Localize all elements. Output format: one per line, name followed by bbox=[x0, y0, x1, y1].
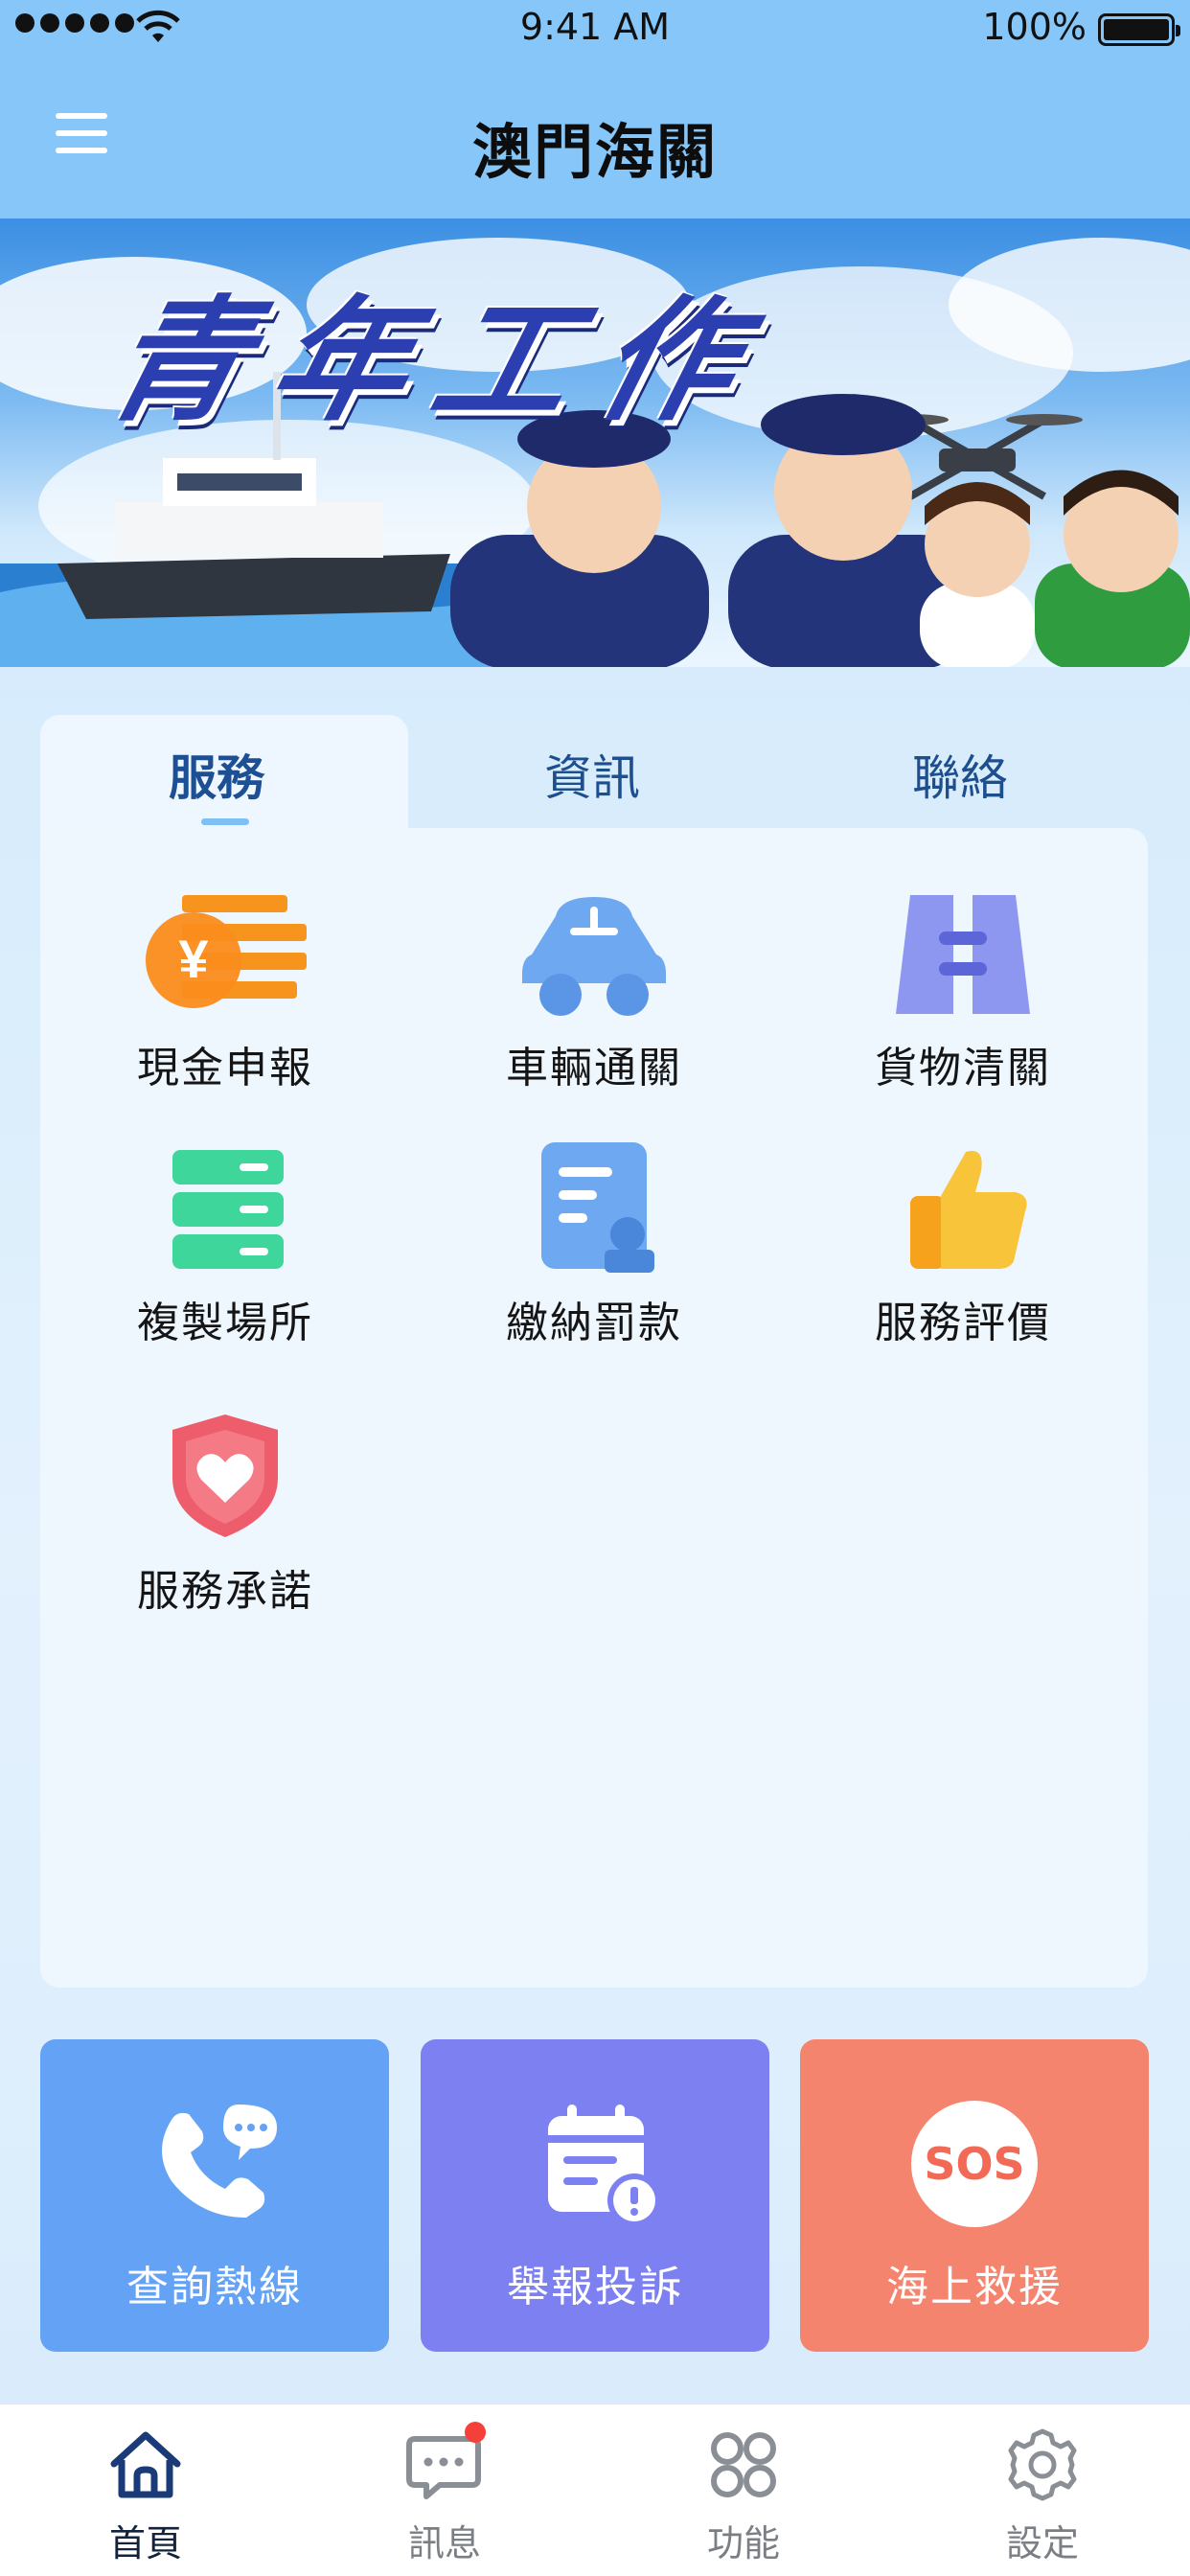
document-user-icon bbox=[513, 1142, 675, 1276]
tab-information[interactable]: 資訊 bbox=[544, 740, 640, 809]
sea-rescue-label: 海上救援 bbox=[886, 2263, 1063, 2312]
battery-icon bbox=[1098, 13, 1180, 46]
service-cash-declaration[interactable]: ¥ 現金申報 bbox=[81, 887, 369, 1094]
settings-icon bbox=[1008, 2428, 1077, 2501]
status-bar: 9:41 AM 100% bbox=[0, 0, 1190, 58]
service-label: 車輛通關 bbox=[506, 1044, 682, 1092]
service-label: 複製場所 bbox=[137, 1299, 313, 1347]
tab-contact[interactable]: 聯絡 bbox=[912, 740, 1008, 809]
service-label: 服務評價 bbox=[875, 1299, 1051, 1347]
tab-services[interactable]: 服務 bbox=[169, 740, 264, 809]
vehicle-icon bbox=[513, 887, 675, 1022]
service-rating[interactable]: 服務評價 bbox=[819, 1142, 1107, 1349]
sea-rescue-button[interactable]: SOS 海上救援 bbox=[800, 2039, 1149, 2352]
calendar-alert-icon bbox=[548, 2104, 661, 2227]
thumbs-up-icon bbox=[881, 1142, 1044, 1276]
tabbar-home[interactable]: 首頁 bbox=[50, 2426, 241, 2566]
banner-image[interactable]: 青年工作 bbox=[0, 218, 1190, 667]
service-copy-premises[interactable]: 複製場所 bbox=[81, 1142, 369, 1349]
tabbar-label: 首頁 bbox=[108, 2522, 182, 2564]
home-icon bbox=[110, 2431, 181, 2498]
tabbar-label: 設定 bbox=[1005, 2522, 1079, 2564]
service-cargo-clearance[interactable]: 貨物清關 bbox=[819, 887, 1107, 1094]
top-bar: 9:41 AM 100% 澳門海關 bbox=[0, 0, 1190, 218]
service-label: 現金申報 bbox=[137, 1044, 313, 1092]
battery-percentage: 100% bbox=[982, 6, 1087, 48]
sos-text: SOS bbox=[924, 2138, 1025, 2190]
tabbar-label: 訊息 bbox=[407, 2522, 481, 2564]
sos-icon: SOS bbox=[911, 2101, 1038, 2227]
features-icon bbox=[711, 2432, 776, 2497]
cargo-icon bbox=[881, 887, 1044, 1022]
service-label: 服務承諾 bbox=[137, 1567, 313, 1616]
service-vehicle-clearance[interactable]: 車輛通關 bbox=[450, 887, 738, 1094]
tabbar-messages[interactable]: 訊息 bbox=[349, 2422, 540, 2566]
report-complaint-button[interactable]: 舉報投訴 bbox=[421, 2039, 769, 2352]
tab-indicator bbox=[201, 818, 249, 825]
service-label: 貨物清關 bbox=[875, 1044, 1051, 1092]
tabbar-label: 功能 bbox=[706, 2522, 780, 2564]
service-label: 繳納罰款 bbox=[506, 1299, 682, 1347]
banner-headline: 青年工作 bbox=[92, 284, 784, 440]
notification-badge bbox=[465, 2422, 486, 2443]
hotline-button[interactable]: 查詢熱線 bbox=[40, 2039, 389, 2352]
tabbar-features[interactable]: 功能 bbox=[648, 2426, 839, 2566]
svg-text:¥: ¥ bbox=[178, 929, 208, 989]
server-icon bbox=[144, 1142, 307, 1276]
cash-declaration-icon: ¥ bbox=[144, 887, 307, 1022]
bottom-tab-bar: 首頁 訊息 功能 設定 bbox=[0, 2404, 1190, 2576]
report-label: 舉報投訴 bbox=[507, 2263, 683, 2312]
service-pledge[interactable]: 服務承諾 bbox=[81, 1411, 369, 1618]
phone-chat-icon bbox=[162, 2104, 277, 2218]
hotline-label: 查詢熱線 bbox=[126, 2263, 303, 2312]
heart-shield-icon bbox=[144, 1411, 307, 1545]
service-pay-fines[interactable]: 繳納罰款 bbox=[450, 1142, 738, 1349]
tabbar-settings[interactable]: 設定 bbox=[947, 2426, 1138, 2566]
page-title: 澳門海關 bbox=[471, 117, 718, 187]
